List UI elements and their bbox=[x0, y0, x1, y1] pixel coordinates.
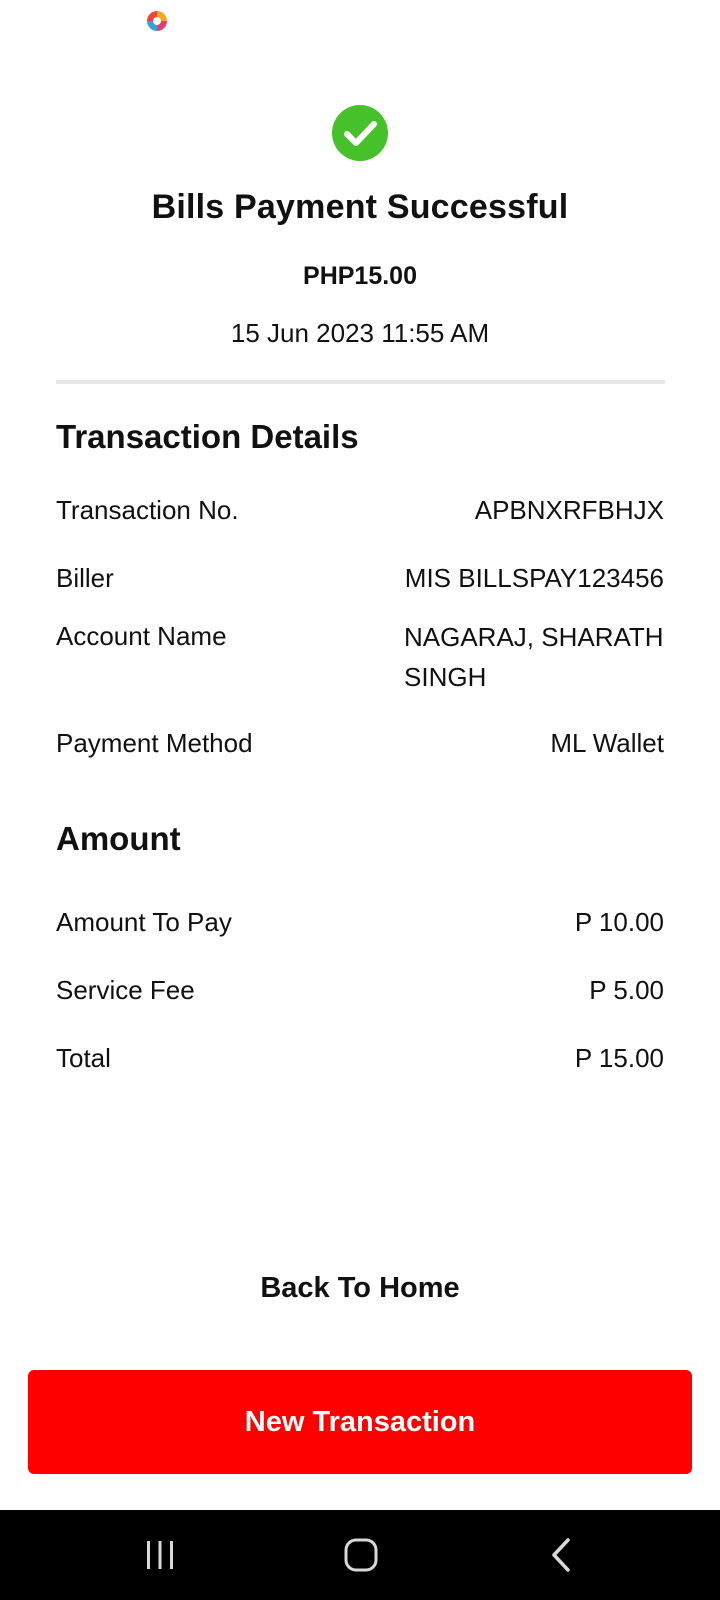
transaction-no-value: APBNXRFBHJX bbox=[474, 495, 664, 525]
biller-value: MIS BILLSPAY123456 bbox=[404, 563, 664, 593]
amount-to-pay-label: Amount To Pay bbox=[56, 907, 232, 937]
service-fee-label: Service Fee bbox=[56, 975, 195, 1005]
payment-method-value: ML Wallet bbox=[550, 728, 664, 758]
payment-amount: PHP15.00 bbox=[303, 262, 417, 290]
total-value: P 15.00 bbox=[574, 1043, 664, 1073]
page-title: Bills Payment Successful bbox=[151, 188, 569, 226]
back-to-home-link[interactable]: Back To Home bbox=[0, 1272, 720, 1305]
bills-payment-receipt-screen: Bills Payment Successful PHP15.00 15 Jun… bbox=[0, 0, 720, 1600]
payment-method-label: Payment Method bbox=[56, 728, 253, 758]
back-icon bbox=[552, 1538, 570, 1572]
service-fee-value: P 5.00 bbox=[589, 975, 664, 1005]
system-nav-bar bbox=[0, 1510, 720, 1600]
check-circle-icon bbox=[332, 105, 388, 161]
home-button[interactable] bbox=[301, 1510, 421, 1600]
amount-to-pay-value: P 10.00 bbox=[574, 907, 664, 937]
account-name-label: Account Name bbox=[56, 621, 227, 651]
recent-apps-button[interactable] bbox=[100, 1510, 220, 1600]
back-button[interactable] bbox=[502, 1510, 622, 1600]
divider bbox=[56, 380, 665, 384]
recent-apps-icon bbox=[147, 1541, 173, 1569]
biller-label: Biller bbox=[56, 563, 114, 593]
payment-datetime: 15 Jun 2023 11:55 AM bbox=[230, 318, 490, 348]
transaction-details-title: Transaction Details bbox=[56, 418, 359, 455]
home-icon bbox=[344, 1538, 378, 1572]
app-logo-icon bbox=[147, 11, 167, 31]
amount-section-title: Amount bbox=[56, 820, 181, 857]
transaction-no-label: Transaction No. bbox=[56, 495, 239, 525]
account-name-value: NAGARAJ, SHARATH SINGH bbox=[404, 622, 664, 692]
total-label: Total bbox=[56, 1043, 111, 1073]
new-transaction-button[interactable]: New Transaction bbox=[28, 1370, 692, 1474]
